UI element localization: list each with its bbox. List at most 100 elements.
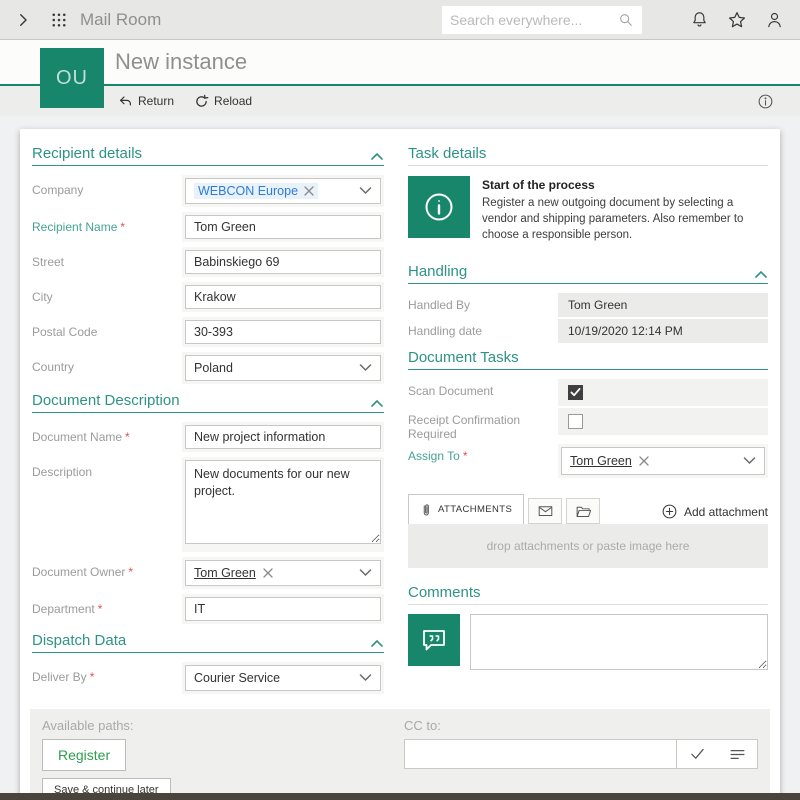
title-band: New instance — [0, 40, 800, 84]
return-arrow-icon — [118, 94, 133, 109]
collapse-chevron-up-icon[interactable] — [371, 399, 384, 409]
chevron-down-icon — [743, 457, 756, 465]
tab-folder-attachments[interactable] — [566, 498, 600, 524]
cc-to-input[interactable] — [405, 740, 677, 768]
task-title: Start of the process — [482, 177, 768, 194]
bottom-bar — [0, 793, 800, 800]
field-city: City — [32, 282, 384, 312]
tab-email-attachments[interactable] — [528, 498, 562, 524]
receipt-confirmation-checkbox[interactable] — [568, 414, 583, 429]
city-label: City — [32, 282, 182, 304]
scan-document-checkbox[interactable] — [568, 385, 583, 400]
street-input[interactable] — [185, 250, 381, 274]
company-chip: WEBCON Europe — [194, 183, 318, 199]
cc-to-label: CC to: — [404, 718, 758, 733]
country-select[interactable]: Poland — [185, 355, 381, 381]
envelope-icon — [537, 504, 554, 518]
expand-nav-icon[interactable] — [14, 11, 32, 29]
field-department: Department* — [32, 594, 384, 624]
remove-icon[interactable] — [304, 186, 314, 196]
user-profile-icon[interactable] — [765, 10, 784, 29]
document-name-label: Document Name* — [32, 422, 182, 444]
person-link[interactable]: Tom Green — [194, 566, 256, 580]
comment-bubble-icon — [408, 614, 460, 666]
assign-to-select[interactable]: Tom Green — [561, 447, 765, 475]
chevron-down-icon — [359, 187, 372, 195]
field-assign-to: Assign To* Tom Green — [408, 444, 768, 478]
field-document-owner: Document Owner* Tom Green — [32, 557, 384, 589]
register-button[interactable]: Register — [42, 739, 126, 771]
remove-icon[interactable] — [263, 568, 273, 578]
field-deliver-by: Deliver By* Courier Service — [32, 662, 384, 694]
reload-icon — [194, 94, 209, 109]
remove-icon[interactable] — [639, 456, 649, 466]
process-avatar: OU — [40, 48, 104, 108]
apps-grid-icon[interactable] — [50, 11, 68, 29]
add-attachment-button[interactable]: Add attachment — [661, 503, 768, 524]
plus-circle-icon — [661, 503, 678, 520]
document-name-input[interactable] — [185, 425, 381, 449]
collapse-chevron-up-icon[interactable] — [371, 639, 384, 649]
section-task-details: Task details — [408, 145, 768, 166]
company-select[interactable]: WEBCON Europe — [185, 178, 381, 204]
available-paths-label: Available paths: — [42, 718, 400, 733]
company-label: Company — [32, 175, 182, 197]
section-document-tasks: Document Tasks — [408, 349, 768, 370]
reload-button[interactable]: Reload — [194, 94, 252, 109]
field-receipt-confirmation: Receipt Confirmation Required — [408, 408, 768, 441]
section-comments: Comments — [408, 584, 768, 605]
document-owner-label: Document Owner* — [32, 557, 182, 579]
notifications-bell-icon[interactable] — [690, 10, 709, 29]
city-input[interactable] — [185, 285, 381, 309]
info-icon[interactable] — [757, 93, 774, 110]
country-label: Country — [32, 352, 182, 374]
person-link[interactable]: Tom Green — [570, 454, 632, 468]
top-bar: Mail Room — [0, 0, 800, 40]
attachments-dropzone[interactable]: drop attachments or paste image here — [408, 524, 768, 568]
collapse-chevron-up-icon[interactable] — [755, 270, 768, 280]
comments-textarea[interactable] — [470, 614, 768, 670]
department-input[interactable] — [185, 597, 381, 621]
postal-code-input[interactable] — [185, 320, 381, 344]
collapse-chevron-up-icon[interactable] — [371, 152, 384, 162]
handling-date-label: Handling date — [408, 319, 558, 338]
search-box[interactable] — [442, 6, 642, 34]
search-icon[interactable] — [618, 12, 634, 28]
toolbar: Return Reload — [0, 86, 800, 116]
section-dispatch-data: Dispatch Data — [32, 632, 384, 653]
handling-date-value: 10/19/2020 12:14 PM — [558, 319, 768, 343]
field-street: Street — [32, 247, 384, 277]
chevron-down-icon — [359, 569, 372, 577]
field-document-name: Document Name* — [32, 422, 384, 452]
deliver-by-label: Deliver By* — [32, 662, 182, 684]
tab-attachments[interactable]: ATTACHMENTS — [408, 494, 524, 524]
description-label: Description — [32, 457, 182, 479]
handled-by-label: Handled By — [408, 293, 558, 312]
field-handling-date: Handling date 10/19/2020 12:14 PM — [408, 319, 768, 343]
chevron-down-icon — [359, 364, 372, 372]
address-book-menu-icon[interactable] — [717, 740, 757, 768]
section-recipient-details: Recipient details — [32, 145, 384, 166]
handled-by-value: Tom Green — [558, 293, 768, 317]
field-recipient-name: Recipient Name* — [32, 212, 384, 242]
page-title: New instance — [115, 49, 247, 75]
folder-icon — [575, 504, 592, 519]
scan-document-label: Scan Document — [408, 379, 558, 398]
recipient-name-input[interactable] — [185, 215, 381, 239]
field-company: Company WEBCON Europe — [32, 175, 384, 207]
document-owner-select[interactable]: Tom Green — [185, 560, 381, 586]
field-handled-by: Handled By Tom Green — [408, 293, 768, 317]
receipt-confirmation-label: Receipt Confirmation Required — [408, 408, 558, 441]
action-footer: Available paths: Register Save & continu… — [30, 709, 770, 800]
field-country: Country Poland — [32, 352, 384, 384]
cc-to-box — [404, 739, 758, 769]
paperclip-icon — [420, 503, 432, 517]
description-textarea[interactable] — [185, 460, 381, 544]
search-input[interactable] — [450, 12, 618, 28]
info-circle-icon — [408, 176, 470, 238]
favorites-star-icon[interactable] — [727, 10, 747, 30]
assign-to-label: Assign To* — [408, 444, 558, 463]
return-button[interactable]: Return — [118, 94, 174, 109]
confirm-check-icon[interactable] — [677, 740, 717, 768]
deliver-by-select[interactable]: Courier Service — [185, 665, 381, 691]
